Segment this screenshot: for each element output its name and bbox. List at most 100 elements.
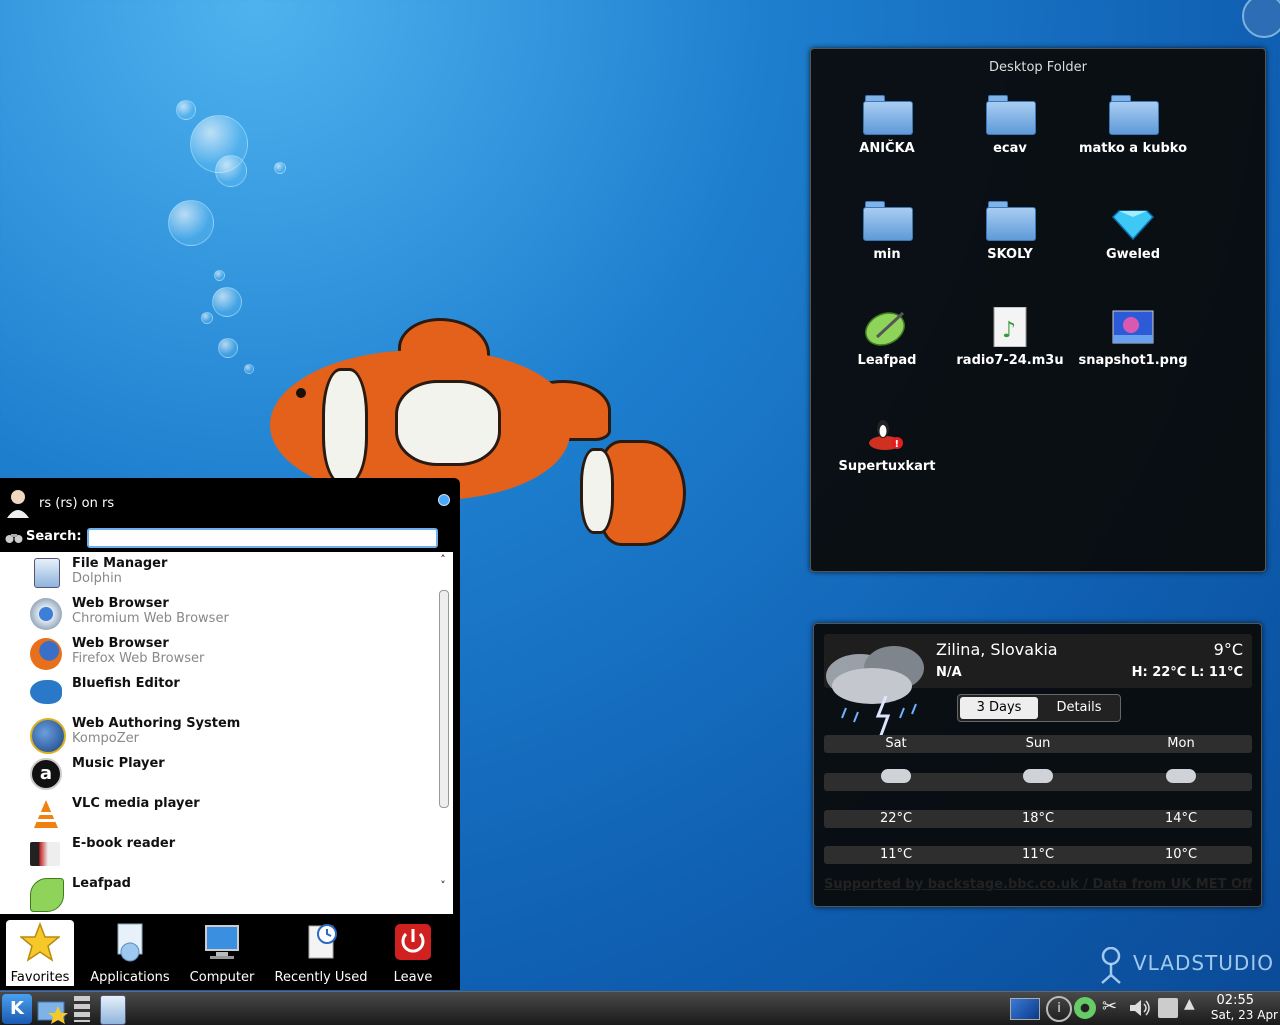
- desktop-item-snapshot1[interactable]: snapshot1.png: [1078, 307, 1188, 368]
- desktop-item-min[interactable]: min: [832, 201, 942, 262]
- favorite-ebook-reader[interactable]: E-book reader: [0, 832, 436, 872]
- pager-icon[interactable]: [74, 996, 90, 1022]
- scroll-down-icon[interactable]: ˅: [438, 880, 448, 892]
- applications-icon: [117, 923, 143, 962]
- favorite-name: Web Browser: [72, 636, 169, 651]
- computer-icon: [205, 925, 239, 959]
- clock-date[interactable]: Sat, 23 Apr: [1211, 1008, 1278, 1022]
- desktop-toolbox-button[interactable]: [1242, 0, 1280, 38]
- weather-tab-bar: 3 Days Details: [957, 694, 1121, 722]
- folder-view-icon[interactable]: [36, 994, 68, 1024]
- vlc-icon: [34, 800, 58, 828]
- rain-cloud-icon: [1023, 769, 1053, 783]
- bluefish-icon: [30, 680, 62, 704]
- user-avatar-icon: [7, 490, 29, 518]
- favorite-vlc[interactable]: VLC media player: [0, 792, 436, 832]
- ebook-icon: [30, 842, 60, 866]
- tab-favorites[interactable]: Favorites: [6, 920, 74, 986]
- desktop-item-anicka[interactable]: ANIČKA: [832, 95, 942, 156]
- favorite-kompozer[interactable]: Web Authoring System KompoZer: [0, 712, 436, 754]
- recently-used-icon: [308, 924, 337, 959]
- leafpad-icon: [863, 307, 911, 347]
- bubble: [215, 155, 247, 187]
- weather-condition: N/A: [936, 665, 962, 680]
- desktop-item-ecav[interactable]: ecav: [955, 95, 1065, 156]
- tab-computer[interactable]: Computer: [186, 920, 258, 986]
- favorite-music-player[interactable]: a Music Player: [0, 752, 436, 792]
- weather-highs-row: 22°C 18°C 14°C: [824, 810, 1252, 828]
- wallpaper-brand: VLADSTUDIO: [1133, 951, 1274, 975]
- volume-icon[interactable]: [1128, 998, 1152, 1018]
- desktop-item-label: radio7-24.m3u: [956, 353, 1064, 368]
- tab-3-days[interactable]: 3 Days: [960, 697, 1038, 719]
- scroll-up-icon[interactable]: ˄: [438, 554, 448, 566]
- scissors-icon[interactable]: ✂: [1102, 996, 1117, 1017]
- weather-credit-link[interactable]: Supported by backstage.bbc.co.uk / Data …: [824, 877, 1252, 892]
- bubble: [274, 162, 286, 174]
- folder-icon: [863, 95, 913, 135]
- desktop-item-matko-a-kubko[interactable]: matko a kubko: [1078, 95, 1188, 156]
- image-file-icon: [1109, 307, 1157, 347]
- network-icon[interactable]: [1158, 998, 1178, 1018]
- scrollbar-thumb[interactable]: [439, 590, 449, 808]
- weather-low: 10°C: [1164, 847, 1198, 862]
- favorite-firefox[interactable]: Web Browser Firefox Web Browser: [0, 632, 436, 672]
- favorite-file-manager[interactable]: File Manager Dolphin: [0, 552, 436, 592]
- favorite-name: Web Authoring System: [72, 716, 241, 731]
- favorite-subtitle: Firefox Web Browser: [72, 651, 205, 666]
- clock-time[interactable]: 02:55: [1217, 993, 1254, 1008]
- favorite-subtitle: Dolphin: [72, 571, 122, 586]
- vladstudio-logo-icon: [1101, 947, 1121, 984]
- leafpad-icon: [30, 878, 64, 912]
- desktop-item-leafpad[interactable]: Leafpad: [832, 307, 942, 368]
- favorite-name: File Manager: [72, 556, 168, 571]
- file-manager-icon: [34, 558, 60, 588]
- favorites-scrollbar[interactable]: ˄ ˅: [438, 554, 449, 906]
- desktop-preview-icon[interactable]: [1010, 998, 1040, 1020]
- menu-settings-icon[interactable]: [438, 494, 450, 506]
- tab-label: Computer: [189, 970, 255, 985]
- desktop-item-label: ANIČKA: [859, 141, 915, 156]
- weather-high-low: H: 22°C L: 11°C: [1131, 665, 1243, 680]
- desktop-item-supertuxkart[interactable]: ! Supertuxkart: [832, 413, 942, 474]
- weather-low: 11°C: [1021, 847, 1055, 862]
- desktop-item-skoly[interactable]: SKOLY: [955, 201, 1065, 262]
- menu-user-label: rs (rs) on rs: [39, 496, 115, 511]
- desktop-folder-widget: Desktop Folder ANIČKA ecav matko a kubko…: [810, 48, 1266, 572]
- tab-details[interactable]: Details: [1040, 697, 1118, 719]
- favorite-leafpad[interactable]: Leafpad: [0, 872, 436, 912]
- info-icon[interactable]: i: [1046, 996, 1072, 1022]
- desktop-item-gweled[interactable]: Gweled: [1078, 201, 1188, 262]
- favorite-bluefish[interactable]: Bluefish Editor: [0, 672, 436, 712]
- application-launcher-menu: rs (rs) on rs Search: File Manager Dolph…: [0, 478, 460, 990]
- firefox-icon: [30, 638, 62, 670]
- desktop-item-radio7-24[interactable]: ♪ radio7-24.m3u: [955, 306, 1065, 368]
- power-icon: [395, 924, 431, 960]
- settings-gear-icon[interactable]: [1074, 997, 1096, 1019]
- tab-applications[interactable]: Applications: [86, 920, 174, 986]
- rain-cloud-icon: [1166, 769, 1196, 783]
- weather-days-row: Sat Sun Mon: [824, 735, 1252, 753]
- desktop-item-label: ecav: [993, 141, 1027, 156]
- weather-high: 22°C: [879, 811, 913, 826]
- bubble: [168, 200, 214, 246]
- folder-icon: [986, 201, 1036, 241]
- favorite-name: E-book reader: [72, 836, 176, 851]
- expand-tray-icon[interactable]: ▲: [1184, 996, 1195, 1012]
- tab-leave[interactable]: Leave: [384, 920, 442, 986]
- favorite-chromium[interactable]: Web Browser Chromium Web Browser: [0, 592, 436, 632]
- desktop-item-label: Leafpad: [857, 353, 917, 368]
- search-input[interactable]: [87, 528, 438, 548]
- desktop-folder-title: Desktop Folder: [989, 60, 1087, 75]
- weather-high: 18°C: [1021, 811, 1055, 826]
- bubble: [212, 287, 242, 317]
- desktop-item-label: snapshot1.png: [1078, 353, 1188, 368]
- weather-lows-row: 11°C 11°C 10°C: [824, 846, 1252, 864]
- file-manager-task-icon[interactable]: [100, 995, 126, 1025]
- desktop-item-label: min: [873, 247, 901, 262]
- launcher-tab-bar: Favorites Applications Computer Recently…: [0, 914, 460, 990]
- weather-current-temp: 9°C: [1213, 640, 1243, 659]
- weather-day: Sat: [885, 736, 907, 751]
- tab-recently-used[interactable]: Recently Used: [272, 920, 370, 986]
- kde-launcher-button[interactable]: K: [2, 994, 32, 1024]
